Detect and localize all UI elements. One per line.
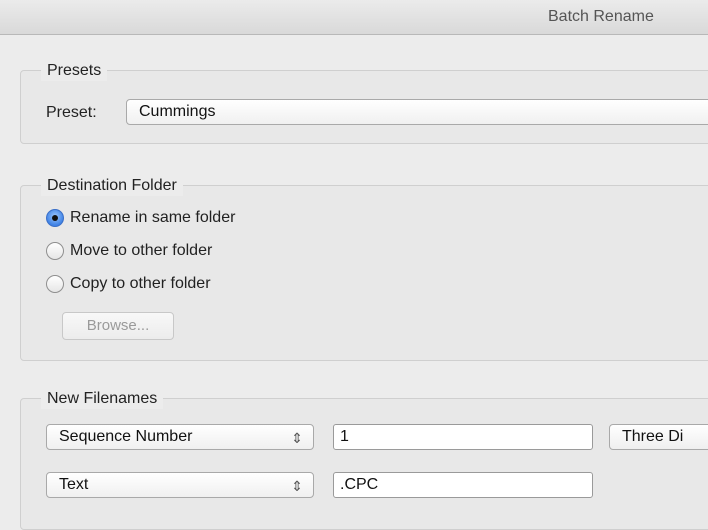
presets-legend: Presets (41, 61, 108, 81)
copy-other-folder-label: Copy to other folder (70, 275, 211, 292)
copy-other-folder-radio[interactable] (46, 275, 64, 293)
new-filenames-group: New Filenames (20, 389, 708, 530)
window-title: Batch Rename (548, 8, 654, 25)
browse-button[interactable]: Browse... (62, 312, 174, 340)
copy-other-folder-option[interactable]: Copy to other folder (46, 273, 211, 295)
text-field[interactable]: .CPC (333, 472, 593, 498)
preset-label: Preset: (46, 104, 97, 121)
preset-select[interactable]: Cummings (126, 99, 708, 125)
updown-arrows-icon: ⇕ (291, 430, 303, 446)
filename-element-select-2-value: Text (59, 476, 89, 493)
filename-element-select-2[interactable]: Text ⇕ (46, 472, 314, 498)
filename-element-select-1[interactable]: Sequence Number ⇕ (46, 424, 314, 450)
rename-same-folder-option[interactable]: Rename in same folder (46, 207, 235, 229)
updown-arrows-icon: ⇕ (291, 478, 303, 494)
sequence-start-field[interactable]: 1 (333, 424, 593, 450)
digits-select[interactable]: Three Di (609, 424, 708, 450)
title-bar: Batch Rename (0, 0, 708, 35)
new-filenames-legend: New Filenames (41, 389, 164, 409)
rename-same-folder-label: Rename in same folder (70, 209, 236, 226)
move-other-folder-label: Move to other folder (70, 242, 213, 259)
destination-folder-legend: Destination Folder (41, 176, 183, 196)
move-other-folder-radio[interactable] (46, 242, 64, 260)
rename-same-folder-radio[interactable] (46, 209, 64, 227)
filename-element-select-1-value: Sequence Number (59, 428, 193, 445)
move-other-folder-option[interactable]: Move to other folder (46, 240, 212, 262)
